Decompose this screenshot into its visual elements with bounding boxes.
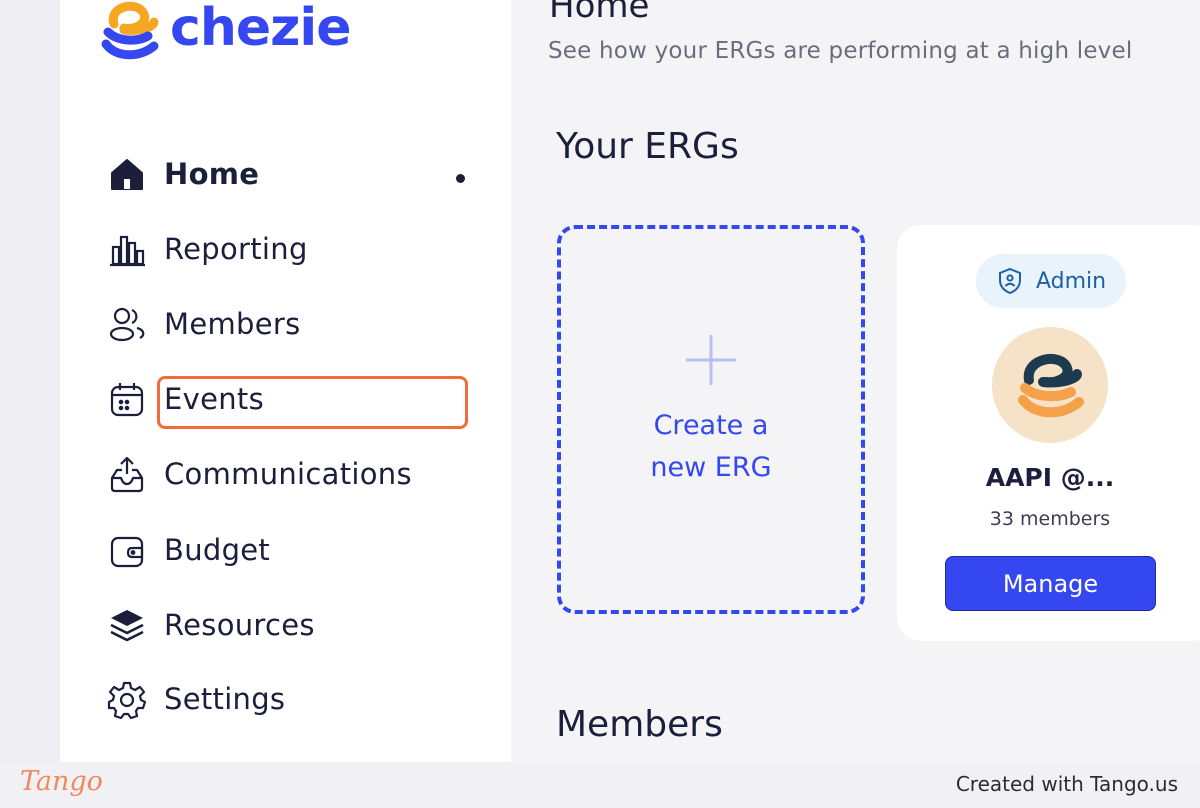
sidebar-item-label: Reporting [164, 232, 308, 266]
left-gutter [0, 0, 60, 762]
tango-logo: Tango [20, 766, 103, 797]
admin-badge-label: Admin [1035, 268, 1107, 294]
users-icon [106, 303, 148, 345]
erg-logo-icon [1018, 354, 1084, 418]
page-title: Home [549, 0, 650, 26]
erg-member-count: 33 members [989, 508, 1111, 530]
tango-footer: Tango Created with Tango.us [0, 762, 1200, 808]
create-erg-card[interactable]: Create a new ERG [557, 225, 865, 614]
sidebar-item-label: Communications [164, 457, 412, 491]
sidebar-item-label: Members [164, 307, 301, 341]
sidebar-item-label: Resources [164, 608, 315, 642]
sidebar-item-home[interactable]: Home [106, 148, 259, 200]
sidebar-item-resources[interactable]: Resources [106, 599, 315, 651]
home-icon [106, 153, 148, 195]
page-subtitle: See how your ERGs are performing at a hi… [548, 38, 1133, 64]
calendar-icon [106, 378, 148, 420]
sidebar-item-label: Settings [164, 682, 286, 716]
gear-icon [106, 678, 148, 720]
manage-button[interactable]: Manage [945, 556, 1156, 611]
members-heading: Members [556, 704, 723, 745]
tango-highlight-box [157, 376, 468, 429]
sidebar-item-settings[interactable]: Settings [106, 673, 285, 725]
create-erg-label: Create a new ERG [611, 405, 811, 489]
bar-chart-icon [106, 228, 148, 270]
erg-name: AAPI @... [985, 463, 1115, 492]
sidebar-item-label: Budget [164, 533, 271, 567]
erg-avatar [992, 327, 1108, 443]
sidebar-item-label: Home [164, 157, 260, 191]
main-content: Home See how your ERGs are performing at… [511, 0, 1200, 762]
logo-text: chezie [170, 0, 351, 58]
sidebar-item-communications[interactable]: Communications [106, 448, 412, 500]
admin-badge: Admin [976, 254, 1126, 308]
wallet-icon [106, 529, 148, 571]
outbox-icon [106, 453, 148, 495]
plus-icon [686, 334, 736, 385]
footer-credit: Created with Tango.us [955, 772, 1178, 796]
chezie-logo[interactable]: chezie [94, 0, 351, 68]
create-erg-label-line1: Create a [653, 409, 769, 441]
layers-icon [106, 604, 148, 646]
chezie-logo-icon [101, 1, 159, 60]
create-erg-label-line2: new ERG [650, 451, 772, 483]
app-window: chezie Home Reporting Members Events Com… [0, 0, 1200, 762]
shield-icon [998, 267, 1021, 295]
sidebar-item-reporting[interactable]: Reporting [106, 223, 308, 275]
erg-card: Admin AAPI @... 33 members Manage [897, 225, 1200, 641]
sidebar-item-budget[interactable]: Budget [106, 524, 270, 576]
active-indicator-dot [456, 174, 465, 183]
sidebar-item-members[interactable]: Members [106, 298, 301, 350]
your-ergs-heading: Your ERGs [556, 126, 739, 167]
